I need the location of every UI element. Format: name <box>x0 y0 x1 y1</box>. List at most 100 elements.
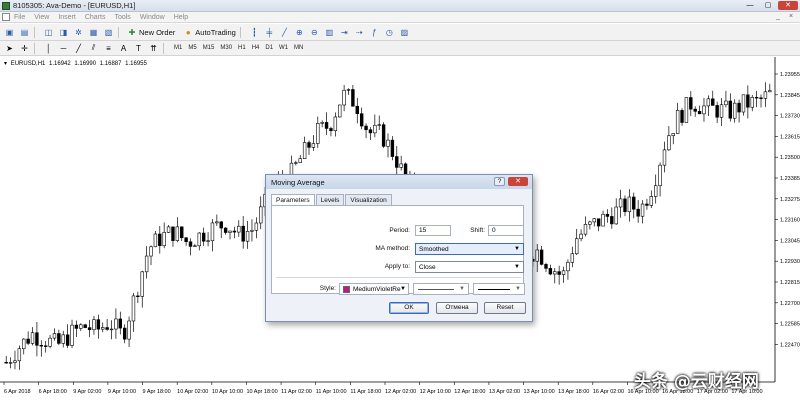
candlestick-icon[interactable]: ╪ <box>264 27 275 38</box>
trendline-icon[interactable]: ╱ <box>73 43 84 54</box>
new-order-button[interactable]: ✚ New Order <box>127 27 176 37</box>
ma-method-select[interactable]: Smoothed ▼ <box>415 243 524 255</box>
profiles-icon[interactable]: ▤ <box>19 27 30 38</box>
candle-body <box>768 90 772 93</box>
menu-charts[interactable]: Charts <box>85 14 106 21</box>
line-width-select[interactable]: ▼ <box>473 283 525 295</box>
candle-body <box>30 332 35 344</box>
menu-tools[interactable]: Tools <box>114 14 130 21</box>
indicators-icon[interactable]: ƒ <box>369 27 380 38</box>
timeframe-m15[interactable]: M15 <box>203 45 215 51</box>
candle-body <box>83 324 87 328</box>
candle-body <box>377 124 381 126</box>
crosshair-icon[interactable]: ✛ <box>19 43 30 54</box>
autotrading-button[interactable]: ● AutoTrading <box>183 27 236 37</box>
price-tick-label: 1.23730 <box>780 114 800 120</box>
candle-body <box>640 203 645 217</box>
apply-to-select[interactable]: Close ▼ <box>415 261 524 273</box>
terminal-icon[interactable]: ▦ <box>88 27 99 38</box>
menu-window[interactable]: Window <box>140 14 165 21</box>
close-button[interactable]: ✕ <box>778 1 798 10</box>
tester-icon[interactable]: ▧ <box>103 27 114 38</box>
timeframe-h1[interactable]: H1 <box>238 45 246 51</box>
templates-icon[interactable]: ▨ <box>399 27 410 38</box>
text-icon[interactable]: A <box>118 43 129 54</box>
timeframe-m30[interactable]: M30 <box>220 45 232 51</box>
dialog-titlebar[interactable]: Moving Average ? ✕ <box>266 175 532 189</box>
dialog-close-button[interactable]: ✕ <box>508 177 528 186</box>
chart-minimize-button[interactable]: _ <box>776 13 780 20</box>
window-title: 8105305: Ava-Demo - [EURUSD,H1] <box>13 1 136 10</box>
fibonacci-icon[interactable]: ≡ <box>103 43 114 54</box>
zoom-in-icon[interactable]: ⊕ <box>294 27 305 38</box>
candle-body <box>118 318 123 329</box>
market-watch-icon[interactable]: ◫ <box>43 27 54 38</box>
bar-chart-icon[interactable]: ┇ <box>249 27 260 38</box>
drawing-toolbar: ➤ ✛ │ ─ ╱ ⫽ ≡ A T ⇈ M1 M5 M15 M30 H1 H4 … <box>0 41 800 56</box>
data-window-icon[interactable]: ◨ <box>58 27 69 38</box>
time-tick-label: 11 Apr 10:00 <box>316 389 347 395</box>
candle-body <box>662 149 667 166</box>
candle-body <box>201 232 206 242</box>
cancel-button[interactable]: Отмена <box>436 302 478 314</box>
candle-body <box>342 89 346 106</box>
time-tick-label: 9 Apr 18:00 <box>143 389 171 395</box>
candle-body <box>153 233 158 248</box>
candle-body <box>671 133 675 137</box>
candle-body <box>732 102 737 119</box>
candle-body <box>570 253 575 263</box>
candle-body <box>101 327 105 330</box>
autoscroll-icon[interactable]: ⇢ <box>354 27 365 38</box>
timeframe-mn[interactable]: MN <box>294 45 303 51</box>
ohlc-close: 1.16955 <box>125 61 147 67</box>
line-chart-icon[interactable]: ╱ <box>279 27 290 38</box>
reset-button[interactable]: Reset <box>484 302 526 314</box>
vertical-line-icon[interactable]: │ <box>43 43 54 54</box>
style-separator <box>276 277 521 278</box>
line-style-select[interactable]: ▼ <box>413 283 469 295</box>
candle-body <box>359 113 364 127</box>
timeframe-m1[interactable]: M1 <box>174 45 182 51</box>
candle-body <box>351 89 355 107</box>
style-label: Style: <box>319 285 336 292</box>
maximize-button[interactable]: ▢ <box>760 1 776 10</box>
menu-view[interactable]: View <box>34 14 49 21</box>
periods-icon[interactable]: ◷ <box>384 27 395 38</box>
candle-body <box>311 143 316 148</box>
timeframe-w1[interactable]: W1 <box>279 45 288 51</box>
candle-body <box>614 206 618 225</box>
arrows-icon[interactable]: ⇈ <box>148 43 159 54</box>
candle-body <box>623 198 627 213</box>
minimize-button[interactable]: — <box>742 1 758 10</box>
chart-close-button[interactable]: × <box>789 13 793 20</box>
color-select[interactable]: MediumVioletRe ▼ <box>339 283 409 295</box>
chart-shift-icon[interactable]: ⇥ <box>339 27 350 38</box>
channel-icon[interactable]: ⫽ <box>88 43 99 54</box>
candle-body <box>52 333 57 339</box>
zoom-out-icon[interactable]: ⊖ <box>309 27 320 38</box>
timeframe-m5[interactable]: M5 <box>188 45 196 51</box>
shift-input[interactable]: 0 <box>488 225 524 236</box>
candle-body <box>605 213 610 217</box>
cursor-icon[interactable]: ➤ <box>4 43 15 54</box>
timeframe-d1[interactable]: D1 <box>265 45 273 51</box>
candle-body <box>228 230 232 233</box>
horizontal-line-icon[interactable]: ─ <box>58 43 69 54</box>
toolbar-divider <box>163 42 164 54</box>
text-label-icon[interactable]: T <box>133 43 144 54</box>
price-tick-label: 1.23500 <box>780 155 800 161</box>
color-name: MediumVioletRe <box>353 285 401 293</box>
new-chart-icon[interactable]: ▣ <box>4 27 15 38</box>
candle-body <box>338 104 342 118</box>
navigator-icon[interactable]: ✲ <box>73 27 84 38</box>
tile-windows-icon[interactable]: ▥ <box>324 27 335 38</box>
menu-file[interactable]: File <box>14 14 25 21</box>
menu-help[interactable]: Help <box>174 14 188 21</box>
menu-insert[interactable]: Insert <box>58 14 76 21</box>
candle-body <box>219 221 223 229</box>
toolbar-divider <box>34 42 35 54</box>
timeframe-h4[interactable]: H4 <box>252 45 260 51</box>
dialog-help-button[interactable]: ? <box>494 177 505 186</box>
ok-button[interactable]: OK <box>389 302 429 314</box>
period-input[interactable]: 15 <box>415 225 451 236</box>
